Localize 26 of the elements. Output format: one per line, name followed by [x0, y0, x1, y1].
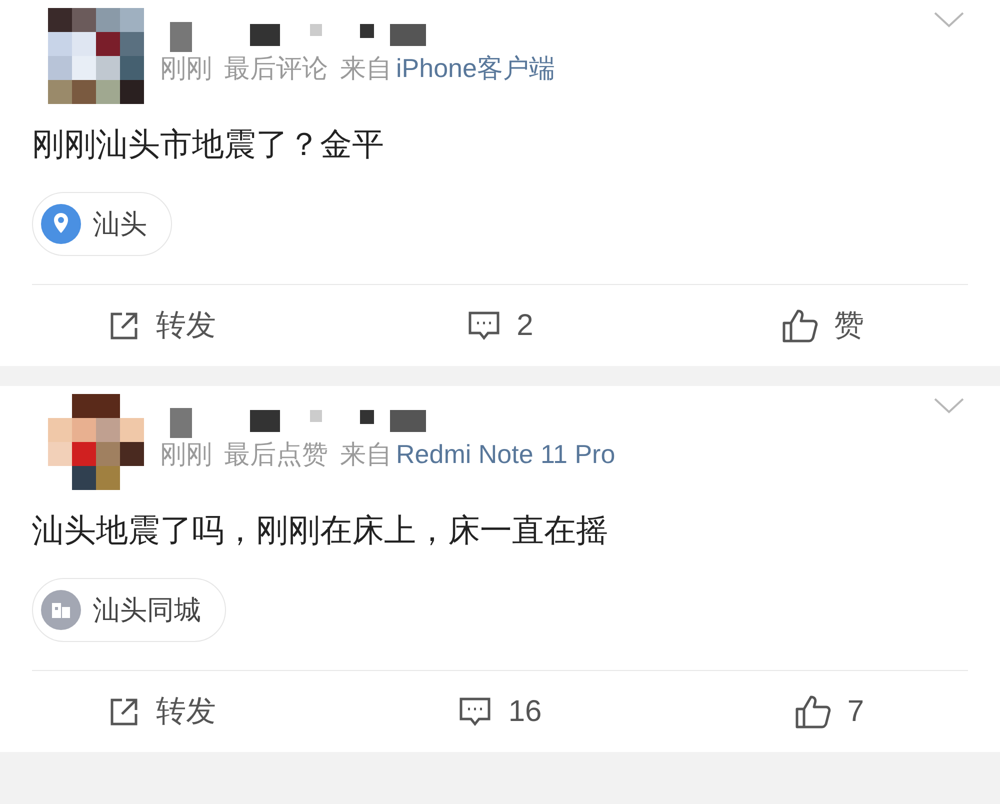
- post-activity: 最后点赞: [224, 438, 328, 470]
- post-time: 刚刚: [160, 52, 212, 84]
- location-pin-icon: [41, 204, 81, 244]
- topic-chip[interactable]: 汕头同城: [32, 578, 226, 642]
- source-prefix: 来自: [340, 438, 392, 470]
- thumbs-up-icon: [795, 694, 832, 728]
- repost-button[interactable]: 转发: [32, 689, 344, 734]
- post-activity: 最后评论: [224, 52, 328, 84]
- comment-button[interactable]: 16: [344, 689, 656, 734]
- source-link[interactable]: Redmi Note 11 Pro: [396, 438, 616, 470]
- post-text: 刚刚汕头市地震了？金平: [32, 125, 385, 164]
- repost-button[interactable]: 转发: [32, 303, 344, 348]
- comment-button[interactable]: 2: [344, 303, 656, 348]
- source-link[interactable]: iPhone客户端: [396, 52, 555, 84]
- building-icon: [41, 590, 81, 630]
- like-button[interactable]: 赞: [656, 303, 968, 348]
- post-text: 汕头地震了吗，刚刚在床上，床一直在摇: [32, 511, 609, 550]
- like-button[interactable]: 7: [656, 689, 968, 734]
- thumbs-up-icon: [782, 308, 818, 342]
- comment-icon: [458, 696, 492, 728]
- source-prefix: 来自: [340, 52, 392, 84]
- comment-icon: [466, 310, 501, 342]
- chevron-down-icon[interactable]: [934, 12, 964, 28]
- post-time: 刚刚: [160, 438, 212, 470]
- topic-chip[interactable]: 汕头: [32, 192, 172, 256]
- chevron-down-icon[interactable]: [934, 398, 964, 414]
